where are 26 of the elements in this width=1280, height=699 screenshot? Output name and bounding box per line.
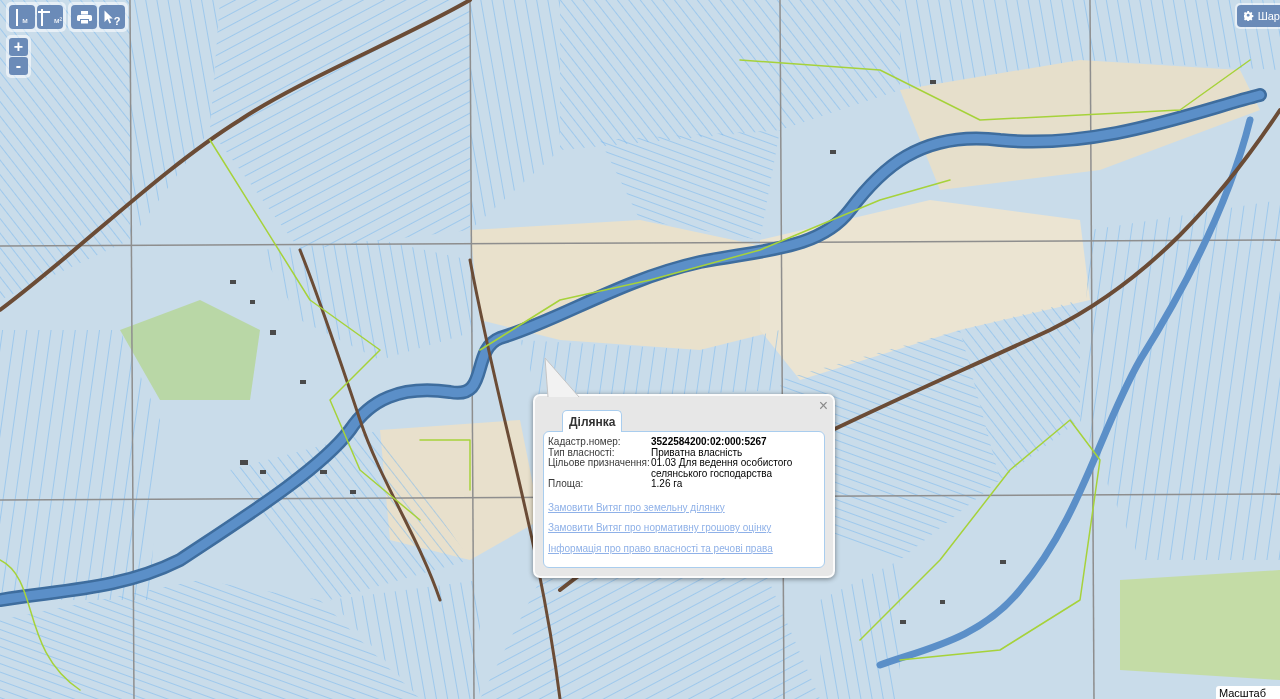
popup-link[interactable]: Інформація про право власності та речові права <box>548 542 773 554</box>
field-value: Приватна власність <box>651 447 743 458</box>
print-icon <box>76 10 92 24</box>
popup-link[interactable]: Замовити Витяг про нормативну грошову оцінку <box>548 522 772 534</box>
field-value: 3522584200:02:000:5267 <box>651 437 767 448</box>
field-label: Кадастр.номер: <box>548 437 621 448</box>
field-label: Тип власності: <box>548 447 615 458</box>
close-button[interactable]: × <box>817 398 829 414</box>
measure-length-button[interactable]: м <box>9 5 35 29</box>
field-value: 1.26 га <box>651 479 683 490</box>
field-label: Площа: <box>548 479 584 490</box>
popup-link[interactable]: Замовити Витяг про земельну ділянку <box>548 501 725 513</box>
field-value: 01.03 Для ведення особистого селянського господарства <box>651 458 794 479</box>
zoom-in-button[interactable]: + <box>9 38 28 56</box>
measure-area-button[interactable]: м² <box>37 5 63 29</box>
ruler-icon <box>16 8 19 26</box>
popup-tab[interactable]: Ділянка <box>562 410 623 432</box>
field-label: Цільове призначення: <box>548 458 650 469</box>
scale-label: Масштаб <box>1215 686 1280 699</box>
cursor-icon <box>103 10 113 24</box>
settings-icon <box>1243 11 1254 21</box>
area-ruler-icon <box>37 8 50 26</box>
identify-button[interactable]: ? <box>99 5 125 29</box>
zoom-out-button[interactable]: - <box>9 57 28 75</box>
print-button[interactable] <box>71 5 97 29</box>
layers-button[interactable]: Шар <box>1236 5 1280 27</box>
